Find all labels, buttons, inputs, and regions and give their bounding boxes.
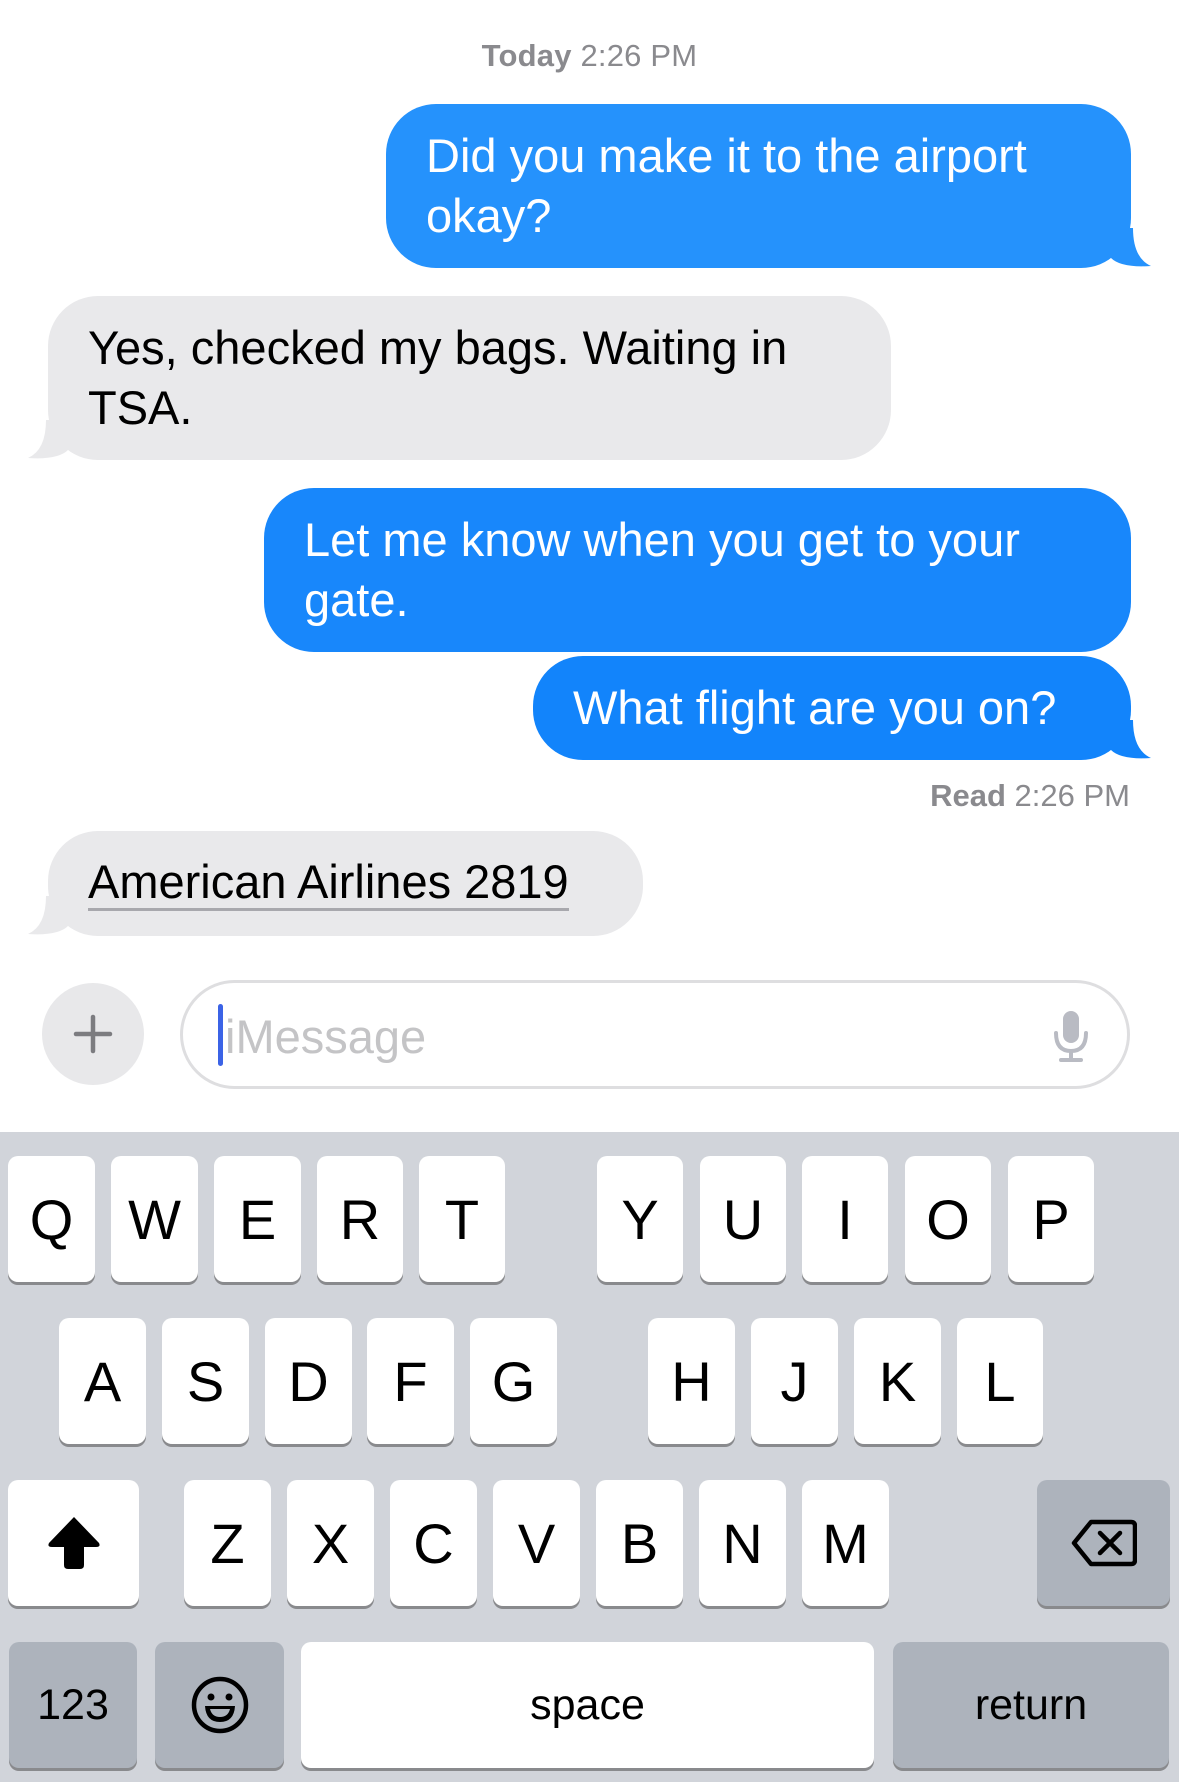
bubble-tail [1111, 720, 1151, 759]
key-w[interactable]: W [111, 1156, 198, 1282]
key-o[interactable]: O [905, 1156, 991, 1282]
backspace-icon [1071, 1519, 1137, 1567]
message-text: Let me know when you get to your gate. [304, 513, 1020, 626]
key-e[interactable]: E [214, 1156, 301, 1282]
message-input[interactable]: iMessage [180, 980, 1130, 1089]
key-l[interactable]: L [957, 1318, 1043, 1444]
message-bubble-sent[interactable]: Did you make it to the airport okay? [386, 104, 1151, 268]
key-m[interactable]: M [802, 1480, 889, 1606]
message-bubble-sent[interactable]: What flight are you on? [533, 656, 1151, 760]
bubble-tail [28, 896, 68, 935]
read-label: Read [930, 778, 1006, 813]
conversation-timestamp: Today 2:26 PM [0, 38, 1179, 74]
plus-icon [73, 1014, 113, 1054]
emoji-face-icon [191, 1676, 248, 1734]
key-z[interactable]: Z [184, 1480, 271, 1606]
key-x[interactable]: X [287, 1480, 374, 1606]
message-text: Did you make it to the airport okay? [426, 129, 1027, 242]
message-bubble-received[interactable]: Yes, checked my bags. Waiting in TSA. [28, 296, 891, 460]
key-c[interactable]: C [390, 1480, 477, 1606]
add-attachment-button[interactable] [42, 983, 144, 1085]
key-s[interactable]: S [162, 1318, 249, 1444]
message-bubble-sent[interactable]: Let me know when you get to your gate. [264, 488, 1131, 652]
message-text: Yes, checked my bags. Waiting in TSA. [88, 321, 788, 434]
timestamp-day: Today [481, 38, 572, 73]
key-t[interactable]: T [419, 1156, 505, 1282]
delete-key[interactable] [1037, 1480, 1170, 1606]
read-time: 2:26 PM [1014, 778, 1130, 813]
shift-arrow-icon [47, 1517, 100, 1569]
key-y[interactable]: Y [597, 1156, 683, 1282]
key-p[interactable]: P [1008, 1156, 1094, 1282]
keyboard: Q W E R T Y U I O P A S D F G H J K L Z … [0, 1132, 1179, 1782]
key-f[interactable]: F [367, 1318, 454, 1444]
shift-key[interactable] [8, 1480, 139, 1606]
flight-link[interactable]: American Airlines 2819 [88, 856, 569, 911]
message-input-placeholder: iMessage [225, 1010, 427, 1063]
key-k[interactable]: K [854, 1318, 941, 1444]
read-receipt: Read 2:26 PM [930, 778, 1130, 814]
microphone-icon[interactable] [1051, 1009, 1091, 1063]
message-bubble-received[interactable]: American Airlines 2819 [28, 831, 643, 936]
return-key[interactable]: return [893, 1642, 1169, 1768]
key-a[interactable]: A [59, 1318, 146, 1444]
bubble-tail [28, 420, 68, 459]
space-key[interactable]: space [301, 1642, 874, 1768]
key-r[interactable]: R [317, 1156, 403, 1282]
timestamp-time: 2:26 PM [580, 38, 698, 73]
message-text: What flight are you on? [573, 681, 1057, 734]
key-q[interactable]: Q [8, 1156, 95, 1282]
key-g[interactable]: G [470, 1318, 557, 1444]
key-n[interactable]: N [699, 1480, 786, 1606]
emoji-key[interactable] [155, 1642, 284, 1768]
key-v[interactable]: V [493, 1480, 580, 1606]
numbers-key[interactable]: 123 [9, 1642, 137, 1768]
bubble-tail [1111, 228, 1151, 267]
key-h[interactable]: H [648, 1318, 735, 1444]
key-i[interactable]: I [802, 1156, 888, 1282]
key-d[interactable]: D [265, 1318, 352, 1444]
key-j[interactable]: J [751, 1318, 838, 1444]
text-caret [218, 1004, 223, 1066]
key-b[interactable]: B [596, 1480, 683, 1606]
key-u[interactable]: U [700, 1156, 786, 1282]
